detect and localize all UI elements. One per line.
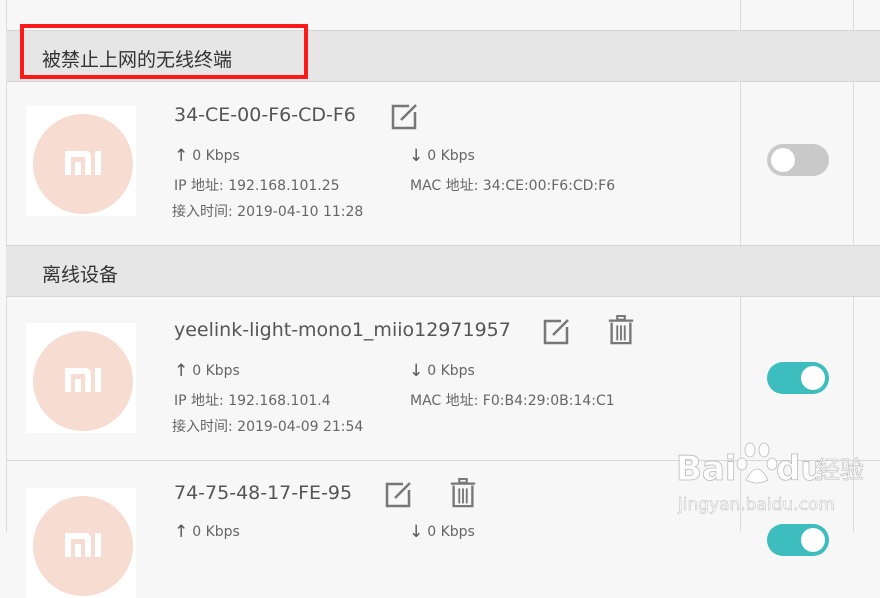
mi-logo-icon <box>65 368 101 392</box>
arrow-up-icon: ↑ <box>174 361 189 381</box>
svg-text:Bai: Bai <box>676 449 737 489</box>
baidu-watermark: Bai du 经验 jingyan.baidu.com <box>676 440 876 530</box>
svg-text:jingyan.baidu.com: jingyan.baidu.com <box>677 495 835 515</box>
download-speed: ↓ 0 Kbps <box>409 361 475 381</box>
edit-icon[interactable] <box>541 317 571 347</box>
device-avatar <box>26 488 136 598</box>
upload-speed: ↑ 0 Kbps <box>174 361 240 381</box>
device-avatar <box>26 323 136 433</box>
mac-address: MAC 地址: 34:CE:00:F6:CD:F6 <box>410 178 616 194</box>
edit-icon[interactable] <box>383 480 413 510</box>
device-row: yeelink-light-mono1_miio12971957 ↑ 0 Kbps… <box>6 297 880 461</box>
arrow-up-icon: ↑ <box>174 146 189 166</box>
section-title-offline: 离线设备 <box>42 264 119 286</box>
internet-access-toggle[interactable] <box>767 362 829 394</box>
highlight-annotation <box>20 24 308 79</box>
mac-address: MAC 地址: F0:B4:29:0B:14:C1 <box>410 393 615 409</box>
section-header-offline: 离线设备 <box>6 245 880 297</box>
upload-speed: ↑ 0 Kbps <box>174 146 240 166</box>
arrow-down-icon: ↓ <box>409 522 424 542</box>
connect-time: 接入时间: 2019-04-10 11:28 <box>172 204 364 220</box>
mi-logo-icon <box>65 151 101 175</box>
download-speed: ↓ 0 Kbps <box>409 522 475 542</box>
ip-address: IP 地址: 192.168.101.4 <box>174 393 331 409</box>
internet-access-toggle[interactable] <box>767 144 829 176</box>
arrow-down-icon: ↓ <box>409 361 424 381</box>
baidu-paw-logo-icon: Bai du 经验 jingyan.baidu.com <box>676 442 864 515</box>
arrow-down-icon: ↓ <box>409 146 424 166</box>
download-speed: ↓ 0 Kbps <box>409 146 475 166</box>
connect-time: 接入时间: 2019-04-09 21:54 <box>172 419 364 435</box>
edit-icon[interactable] <box>389 102 419 132</box>
arrow-up-icon: ↑ <box>174 522 189 542</box>
mi-logo-icon <box>65 533 101 557</box>
trash-icon[interactable] <box>448 478 478 508</box>
device-name: 74-75-48-17-FE-95 <box>174 482 353 504</box>
device-name: 34-CE-00-F6-CD-F6 <box>174 104 356 126</box>
device-avatar <box>26 106 136 216</box>
ip-address: IP 地址: 192.168.101.25 <box>174 178 340 194</box>
upload-speed: ↑ 0 Kbps <box>174 522 240 542</box>
device-row: 34-CE-00-F6-CD-F6 ↑ 0 Kbps ↓ 0 Kbps IP 地址:… <box>6 82 880 246</box>
trash-icon[interactable] <box>606 315 636 345</box>
svg-text:经验: 经验 <box>816 456 864 484</box>
device-name: yeelink-light-mono1_miio12971957 <box>174 319 511 341</box>
